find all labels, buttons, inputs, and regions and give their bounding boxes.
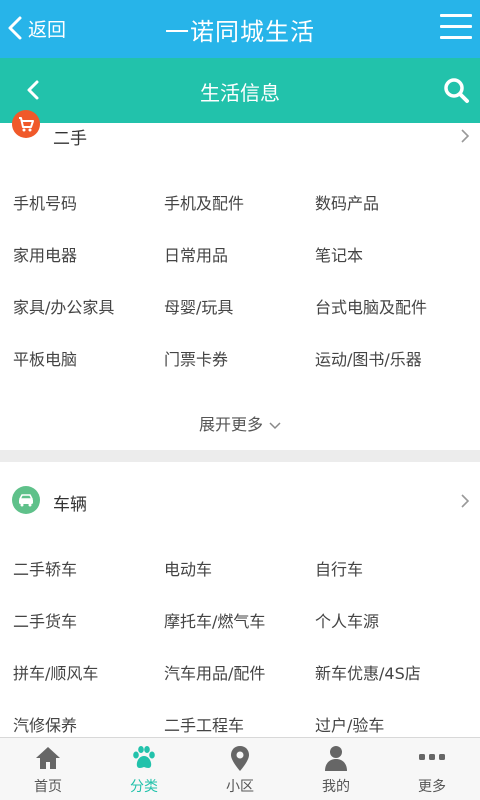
- category-item[interactable]: 母婴/玩具: [164, 294, 233, 318]
- category-item[interactable]: 运动/图书/乐器: [315, 346, 422, 370]
- section-header-vehicles[interactable]: 车辆: [0, 462, 480, 538]
- top-app-bar: 返回 一诺同城生活: [0, 0, 480, 58]
- nav-label: 分类: [130, 779, 158, 795]
- category-item[interactable]: 摩托车/燃气车: [164, 608, 265, 632]
- chevron-right-icon: [461, 129, 470, 143]
- location-pin-icon: [231, 746, 249, 771]
- car-icon: [12, 486, 40, 514]
- category-item[interactable]: 汽修保养: [13, 712, 77, 736]
- hamburger-menu-icon[interactable]: [440, 14, 472, 42]
- nav-label: 小区: [226, 779, 254, 795]
- section-header-secondhand[interactable]: 二手: [0, 110, 480, 151]
- paw-icon: [133, 746, 155, 768]
- section-divider: [0, 450, 480, 462]
- nav-more[interactable]: 更多: [384, 738, 480, 800]
- nav-home[interactable]: 首页: [0, 738, 96, 800]
- nav-label: 首页: [34, 779, 62, 795]
- category-item[interactable]: 手机及配件: [164, 190, 244, 214]
- category-item[interactable]: 二手轿车: [13, 556, 77, 580]
- expand-more-button[interactable]: 展开更多: [0, 411, 480, 435]
- section-title: 二手: [53, 129, 87, 149]
- search-icon[interactable]: [442, 76, 470, 104]
- category-item[interactable]: 家用电器: [13, 242, 77, 266]
- nav-label: 更多: [418, 779, 446, 795]
- category-item[interactable]: 平板电脑: [13, 346, 77, 370]
- section-secondhand: 二手 手机号码 手机及配件 数码产品 家用电器 日常用品 笔记本 家具/办公家具…: [0, 110, 480, 450]
- expand-more-label: 展开更多: [198, 415, 263, 434]
- category-item[interactable]: 过户/验车: [315, 712, 384, 736]
- category-item[interactable]: 数码产品: [315, 190, 379, 214]
- nav-community[interactable]: 小区: [192, 738, 288, 800]
- nav-mine[interactable]: 我的: [288, 738, 384, 800]
- category-item[interactable]: 二手货车: [13, 608, 77, 632]
- chevron-down-icon: [269, 421, 281, 429]
- chevron-right-icon: [461, 494, 470, 508]
- category-item[interactable]: 台式电脑及配件: [315, 294, 427, 318]
- category-item[interactable]: 电动车: [164, 556, 212, 580]
- category-item[interactable]: 二手工程车: [164, 712, 244, 736]
- more-dots-icon: [419, 754, 445, 760]
- category-item[interactable]: 个人车源: [315, 608, 379, 632]
- category-item[interactable]: 日常用品: [164, 242, 228, 266]
- bottom-navigation: 首页 分类 小区 我的 更多: [0, 737, 480, 800]
- section-title: 车辆: [53, 495, 87, 515]
- category-item[interactable]: 笔记本: [315, 242, 363, 266]
- category-item[interactable]: 门票卡券: [164, 346, 228, 370]
- nav-category[interactable]: 分类: [96, 738, 192, 800]
- category-item[interactable]: 手机号码: [13, 190, 77, 214]
- section-vehicles: 车辆 二手轿车 电动车 自行车 二手货车 摩托车/燃气车 个人车源 拼车/顺风车…: [0, 462, 480, 737]
- user-icon: [325, 746, 347, 771]
- page-title: 生活信息: [200, 81, 280, 105]
- cart-icon: [12, 110, 40, 138]
- category-item[interactable]: 汽车用品/配件: [164, 660, 265, 684]
- category-item[interactable]: 拼车/顺风车: [13, 660, 98, 684]
- category-item[interactable]: 自行车: [315, 556, 363, 580]
- nav-label: 我的: [322, 779, 350, 795]
- sub-header: 生活信息: [0, 58, 480, 123]
- category-item[interactable]: 家具/办公家具: [13, 294, 114, 318]
- category-item[interactable]: 新车优惠/4S店: [315, 660, 421, 684]
- home-icon: [36, 747, 60, 769]
- app-title: 一诺同城生活: [165, 18, 315, 46]
